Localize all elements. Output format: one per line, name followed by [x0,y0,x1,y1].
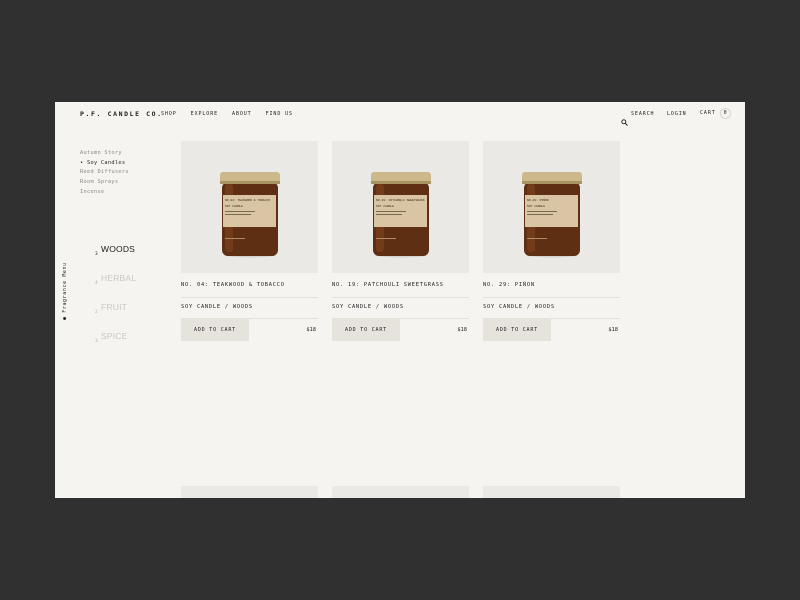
product-type: SOY CANDLE / WOODS [332,304,404,310]
cart-count-badge: 0 [719,107,731,119]
category-list: Autumn Story • Soy Candles Reed Diffuser… [80,149,129,198]
category-autumn-story[interactable]: Autumn Story [80,149,129,159]
product-name[interactable]: NO. 29: PIÑON [483,282,535,288]
product-image[interactable]: NO.19: PATCHOULI SWEETGRASS SOY CANDLE [332,141,469,273]
add-to-cart-button[interactable]: ADD TO CART [483,318,551,341]
category-soy-candles[interactable]: • Soy Candles [80,159,129,169]
product-image-next-row[interactable] [483,486,620,498]
category-room-sprays[interactable]: Room Sprays [80,178,129,188]
nav-find-us[interactable]: FIND US [266,111,293,117]
search-icon [621,111,628,126]
candle-jar-image: NO.19: PATCHOULI SWEETGRASS SOY CANDLE [371,172,431,258]
jar-label-type: SOY CANDLE [225,205,243,208]
product-price: $18 [306,327,316,333]
candle-jar-image: NO.04: TEAKWOOD & TOBACCO SOY CANDLE [220,172,280,258]
search-button[interactable]: SEARCH [621,111,655,126]
fragrance-menu-label: ● Fragrance Menu [62,262,68,320]
candle-jar-image: NO.29: PIÑON SOY CANDLE [522,172,582,258]
jar-label-title: NO.19: PATCHOULI SWEETGRASS [376,199,425,202]
product-image-next-row[interactable] [181,486,318,498]
divider [483,297,620,298]
product-type: SOY CANDLE / WOODS [483,304,555,310]
cart-button[interactable]: CART 0 [700,107,731,119]
main-nav: SHOP EXPLORE ABOUT FIND US [161,111,307,117]
nav-about[interactable]: ABOUT [232,111,252,117]
family-label: FRUIT [101,302,128,312]
family-label: WOODS [101,244,136,254]
divider [332,297,469,298]
jar-label-title: NO.04: TEAKWOOD & TOBACCO [225,199,270,202]
family-count: 4 [95,281,98,286]
family-count: 2 [95,310,98,315]
jar-label-type: SOY CANDLE [527,205,545,208]
brand-logo[interactable]: P.F. CANDLE CO. [80,110,163,118]
family-label: HERBAL [101,273,137,283]
product-name[interactable]: NO. 04: TEAKWOOD & TOBACCO [181,282,285,288]
fragrance-menu-toggle[interactable]: ● Fragrance Menu [62,262,68,326]
add-to-cart-button[interactable]: ADD TO CART [332,318,400,341]
family-count: 3 [95,252,98,257]
product-image[interactable]: NO.29: PIÑON SOY CANDLE [483,141,620,273]
site-header: P.F. CANDLE CO. SHOP EXPLORE ABOUT FIND … [55,102,745,126]
jar-label-type: SOY CANDLE [376,205,394,208]
category-incense[interactable]: Incense [80,188,129,198]
jar-label-title: NO.29: PIÑON [527,198,549,202]
product-type: SOY CANDLE / WOODS [181,304,253,310]
cart-label: CART [700,110,716,116]
add-to-cart-button[interactable]: ADD TO CART [181,318,249,341]
site-page: P.F. CANDLE CO. SHOP EXPLORE ABOUT FIND … [55,102,745,498]
category-reed-diffusers[interactable]: Reed Diffusers [80,168,129,178]
product-image-next-row[interactable] [332,486,469,498]
nav-explore[interactable]: EXPLORE [191,111,218,117]
login-link[interactable]: LOGIN [667,111,687,117]
search-label: SEARCH [631,111,655,117]
product-image[interactable]: NO.04: TEAKWOOD & TOBACCO SOY CANDLE [181,141,318,273]
family-count: 3 [95,339,98,344]
product-price: $18 [457,327,467,333]
product-name[interactable]: NO. 19: PATCHOULI SWEETGRASS [332,282,444,288]
nav-shop[interactable]: SHOP [161,111,177,117]
product-price: $18 [608,327,618,333]
family-label: SPICE [101,331,128,341]
divider [181,297,318,298]
